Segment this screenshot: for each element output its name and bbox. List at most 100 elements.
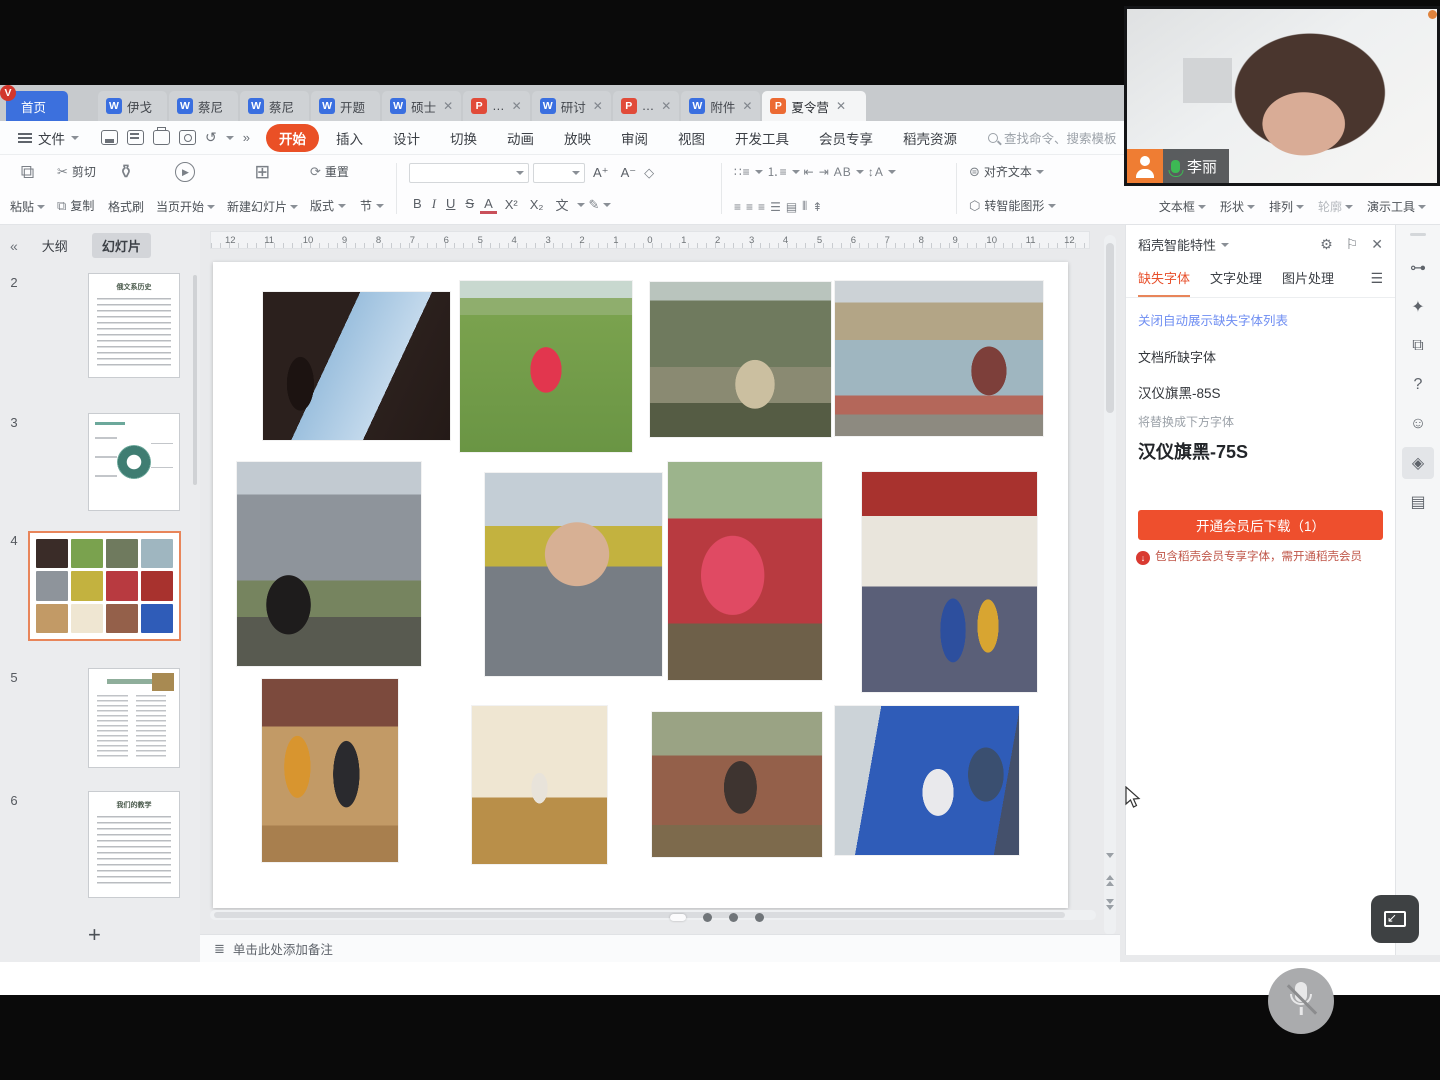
menu-item[interactable]: 视图 <box>665 124 718 152</box>
menu-item[interactable]: 插入 <box>323 124 376 152</box>
selfie-cap-photo[interactable] <box>485 473 662 676</box>
file-menu-button[interactable]: 文件 <box>10 128 87 148</box>
previous-slide-icon[interactable] <box>1106 875 1114 883</box>
document-tab[interactable]: W 蔡尼 <box>169 91 238 121</box>
close-icon[interactable]: ✕ <box>1371 236 1383 253</box>
colonnade-photo[interactable] <box>237 462 421 666</box>
help-icon[interactable]: ? <box>1402 369 1434 401</box>
current-slide[interactable] <box>213 262 1068 908</box>
columns-icon[interactable]: ⫴ <box>802 199 808 214</box>
menu-item[interactable]: 会员专享 <box>806 124 886 152</box>
page-dot-active[interactable] <box>670 914 686 921</box>
align-center-icon[interactable]: ≡ <box>746 200 754 214</box>
document-tab[interactable]: V <box>70 91 96 121</box>
distribute-icon[interactable]: ▤ <box>786 200 798 214</box>
document-tab[interactable]: W 研讨 ✕ <box>532 91 611 121</box>
font-style-button[interactable]: S <box>461 196 478 214</box>
more-commands-icon[interactable]: » <box>243 130 248 145</box>
document-tab[interactable]: W 蔡尼 <box>240 91 309 121</box>
menu-item[interactable]: 开发工具 <box>722 124 802 152</box>
tab-close-icon[interactable]: ✕ <box>742 99 752 113</box>
justify-icon[interactable]: ☰ <box>770 200 782 214</box>
slide-thumbnail[interactable] <box>88 413 180 511</box>
canal-bridge-photo[interactable] <box>835 281 1044 437</box>
layout-button[interactable]: 版式 <box>310 197 334 214</box>
play-from-current-button[interactable]: ▶ 当页开始 <box>156 160 215 217</box>
gear-icon[interactable]: ⚙ <box>1320 236 1333 253</box>
document-tab[interactable]: W 开题 <box>311 91 380 121</box>
panel-tab[interactable]: 缺失字体 <box>1138 268 1190 297</box>
page-dot[interactable] <box>729 913 738 922</box>
resource-box-icon[interactable]: ▤ <box>1402 486 1434 518</box>
download-after-membership-button[interactable]: 开通会员后下载（1） <box>1138 510 1383 540</box>
reset-button[interactable]: ⟳ 重置 <box>310 163 384 180</box>
decrease-indent-icon[interactable]: ⇤ <box>804 165 815 179</box>
align-left-icon[interactable]: ≡ <box>734 200 742 214</box>
tab-close-icon[interactable]: ✕ <box>512 99 522 113</box>
document-tab[interactable]: W 附件 ✕ <box>681 91 760 121</box>
numbered-list-icon[interactable]: ⒈≡ <box>767 163 788 180</box>
tulip-garden-photo[interactable] <box>668 462 822 680</box>
tab-close-icon[interactable]: ✕ <box>593 99 603 113</box>
increase-font-button[interactable]: A⁺ <box>589 165 613 181</box>
mute-microphone-button[interactable] <box>1268 968 1334 1034</box>
highlight-icon[interactable]: ✎ <box>589 197 600 213</box>
mascot-icon[interactable]: ☺ <box>1402 408 1434 440</box>
panel-tab[interactable]: 文字处理 <box>1210 268 1262 297</box>
lecture-hall-photo[interactable] <box>263 292 450 440</box>
tab-slides[interactable]: 幻灯片 <box>92 233 151 258</box>
section-button[interactable]: 节 <box>360 197 372 214</box>
export-icon[interactable] <box>127 130 144 145</box>
save-icon[interactable] <box>101 130 118 145</box>
line-spacing-icon[interactable]: ↕A <box>868 165 884 179</box>
library-group-photo[interactable] <box>862 472 1037 692</box>
notes-bar[interactable]: ≣ 单击此处添加备注 <box>200 934 1120 962</box>
command-search[interactable]: 查找命令、搜索模板 <box>988 128 1117 147</box>
increase-indent-icon[interactable]: ⇥ <box>819 165 830 179</box>
clear-format-icon[interactable]: ◇ <box>644 165 654 181</box>
document-tab[interactable]: W 伊戈 <box>98 91 167 121</box>
slide-thumbnail[interactable] <box>28 531 181 641</box>
document-tab[interactable]: P … ✕ <box>463 91 530 121</box>
font-style-button[interactable]: B <box>409 196 426 214</box>
tab-outline[interactable]: 大纲 <box>32 233 78 258</box>
page-dot[interactable] <box>755 913 764 922</box>
align-right-icon[interactable]: ≡ <box>758 200 766 214</box>
font-style-button[interactable]: I <box>428 196 440 214</box>
undo-icon[interactable]: ↺ <box>205 129 217 146</box>
slide-thumbnail[interactable]: 我们的教学 <box>88 791 180 898</box>
font-size-select[interactable] <box>533 163 585 183</box>
superscript-button[interactable]: X² <box>501 197 522 212</box>
menu-item[interactable]: 切换 <box>437 124 490 152</box>
palace-interior-photo[interactable] <box>472 706 607 864</box>
page-dot[interactable] <box>703 913 712 922</box>
tab-close-icon[interactable]: ✕ <box>661 99 671 113</box>
add-slide-button[interactable]: + <box>88 922 101 948</box>
pin-icon[interactable]: ⚐ <box>1346 236 1359 253</box>
document-tab[interactable]: P 夏令营 ✕ <box>762 91 866 121</box>
print-preview-icon[interactable] <box>179 130 196 145</box>
undo-dropdown-icon[interactable] <box>226 136 234 140</box>
menu-item[interactable]: 动画 <box>494 124 547 152</box>
next-slide-icon[interactable] <box>1106 899 1114 907</box>
panel-tab[interactable]: 图片处理 <box>1282 268 1334 297</box>
monument-photo[interactable] <box>650 282 831 437</box>
vertical-scrollbar-thumb[interactable] <box>1106 243 1114 413</box>
properties-icon[interactable]: ⊶ <box>1402 252 1434 284</box>
align-text-button[interactable]: ⊜ 对齐文本 <box>969 163 1056 180</box>
font-family-select[interactable] <box>409 163 529 183</box>
new-slide-button[interactable]: ⊞ 新建幻灯片 <box>227 160 298 217</box>
cut-button[interactable]: ✂ 剪切 <box>57 163 96 180</box>
smart-graphic-button[interactable]: ⬡ 转智能图形 <box>969 197 1056 214</box>
list-level-icon[interactable]: ⇞ <box>812 200 823 214</box>
decrease-font-button[interactable]: A⁻ <box>617 165 641 181</box>
video-call-overlay[interactable]: 李丽 <box>1124 6 1440 186</box>
daoke-features-icon[interactable]: ◈ <box>1402 447 1434 479</box>
scroll-down-icon[interactable] <box>1106 853 1114 861</box>
close-auto-display-link[interactable]: 关闭自动展示缺失字体列表 <box>1126 298 1395 333</box>
gallery-easel-photo[interactable] <box>262 679 398 862</box>
menu-item[interactable]: 开始 <box>266 124 319 152</box>
tab-close-icon[interactable]: ✕ <box>836 99 846 113</box>
paste-button[interactable]: ⧉ 粘贴 <box>10 160 45 217</box>
tab-close-icon[interactable]: ✕ <box>443 99 453 113</box>
